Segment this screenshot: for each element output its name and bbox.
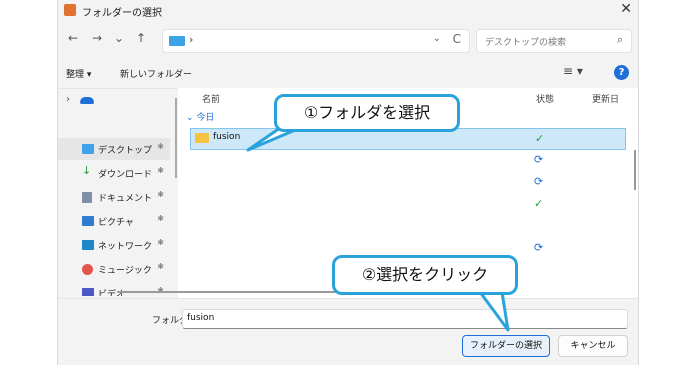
callout-pointers <box>246 126 510 332</box>
callout-step-2: ②選択をクリック <box>332 255 518 295</box>
callout-2-pointer <box>478 290 510 332</box>
callout-step-1: ①フォルダを選択 <box>274 94 460 132</box>
